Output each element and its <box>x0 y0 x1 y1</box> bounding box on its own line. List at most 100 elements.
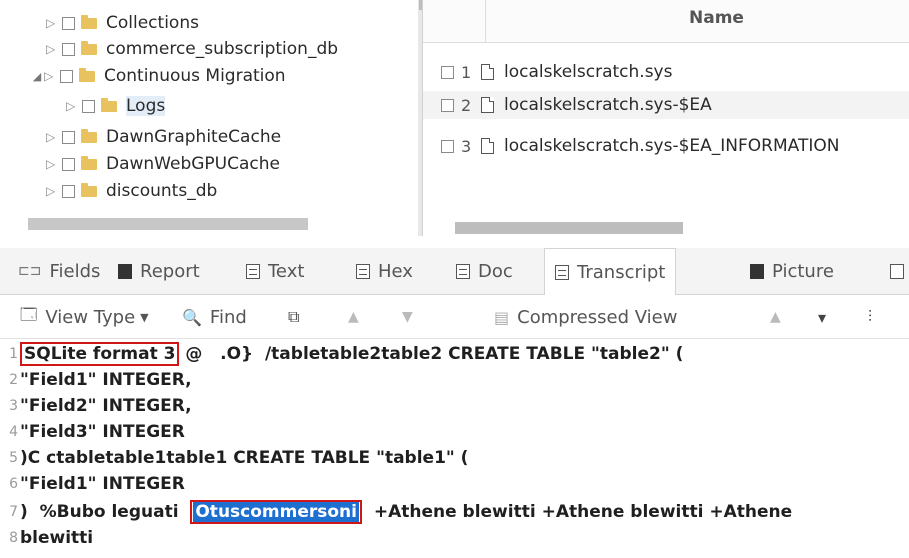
row-checkbox[interactable] <box>441 98 454 112</box>
file-icon <box>481 97 494 113</box>
checkbox[interactable] <box>62 16 75 30</box>
table-row[interactable]: 2 localskelscratch.sys-$EA <box>423 91 909 119</box>
tree-item-continuous-migration[interactable]: ◢ ▷ Continuous Migration <box>30 63 286 89</box>
tab-label: Transcript <box>577 261 666 283</box>
file-name: localskelscratch.sys-$EA_INFORMATION <box>504 136 840 156</box>
tab-label: Text <box>268 260 305 282</box>
table-horizontal-scrollbar[interactable] <box>455 222 683 234</box>
tree-item-dawn-webgpu-cache[interactable]: ▷ DawnWebGPUCache <box>46 151 280 177</box>
arrow-down-icon: ▼ <box>402 309 413 325</box>
tab-overflow[interactable] <box>890 248 909 294</box>
expand-arrow-icon[interactable]: ▷ <box>46 42 60 56</box>
file-list-table: Name 1 localskelscratch.sys 2 localskels… <box>422 0 909 236</box>
line-text: ) %Bubo leguati <box>20 502 191 522</box>
line-text: )C ctabletable1table1 CREATE TABLE "tabl… <box>20 448 469 468</box>
compressed-view-icon: ▤ <box>494 307 510 327</box>
doc-icon <box>456 263 470 279</box>
checkbox[interactable] <box>62 130 75 144</box>
line-number: 6 <box>9 476 18 492</box>
tab-picture[interactable]: Picture <box>750 248 834 294</box>
checkbox[interactable] <box>60 69 73 83</box>
tab-report[interactable]: Report <box>118 248 200 294</box>
sqlite-header-annotation: SQLite format 3 <box>20 342 180 366</box>
tab-text[interactable]: Text <box>246 248 304 294</box>
folder-icon <box>81 182 97 197</box>
row-checkbox[interactable] <box>441 65 454 79</box>
copy-button[interactable]: ⧉ <box>288 296 307 338</box>
folder-tree-pane: ▷ Collections ▷ commerce_subscription_db ◢… <box>0 0 422 236</box>
scroll-up-button[interactable]: ▲ <box>770 296 781 338</box>
line-text: "Field3" INTEGER <box>20 422 185 442</box>
line-number: 3 <box>9 398 18 414</box>
tab-label: Picture <box>772 260 834 282</box>
transcript-toolbar: 🗔 View Type ▼ 🔍 Find ⧉ ▲ ▼ ▤ Compressed View… <box>0 296 909 339</box>
tab-label: Hex <box>378 260 413 282</box>
tree-item-logs[interactable]: ▷ Logs <box>66 93 166 119</box>
tab-label: Report <box>140 260 200 282</box>
expand-arrow-icon[interactable]: ▷ <box>44 69 58 83</box>
hex-icon <box>356 263 370 279</box>
checkbox[interactable] <box>62 184 75 198</box>
checkbox[interactable] <box>82 99 95 113</box>
transcript-line: 5)C ctabletable1table1 CREATE TABLE "tab… <box>0 446 468 470</box>
next-button[interactable]: ▼ <box>402 296 413 338</box>
collapse-arrow-icon[interactable]: ◢ <box>30 70 44 83</box>
bookmark-button[interactable]: ▾ <box>818 296 834 338</box>
row-checkbox[interactable] <box>441 139 454 153</box>
expand-arrow-icon[interactable]: ▷ <box>46 157 60 171</box>
file-name: localskelscratch.sys <box>504 62 673 82</box>
tab-transcript[interactable]: Transcript <box>544 248 677 295</box>
expand-arrow-icon[interactable]: ▷ <box>46 16 60 30</box>
column-divider[interactable] <box>485 0 486 42</box>
transcript-line: 4 "Field3" INTEGER <box>0 420 185 444</box>
dropdown-arrow-icon: ▼ <box>140 310 149 324</box>
tree-horizontal-scrollbar[interactable] <box>28 218 308 230</box>
line-text: "Field1" INTEGER <box>20 474 185 494</box>
tree-item-dawn-graphite-cache[interactable]: ▷ DawnGraphiteCache <box>46 124 281 150</box>
transcript-icon <box>555 264 569 280</box>
view-type-label: View Type <box>45 306 136 328</box>
folder-icon <box>81 14 97 29</box>
tree-item-discounts-db[interactable]: ▷ discounts_db <box>46 178 217 204</box>
compressed-view-button[interactable]: ▤ Compressed View <box>494 296 677 338</box>
column-header-name[interactable]: Name <box>689 8 744 28</box>
view-type-dropdown[interactable]: 🗔 View Type ▼ <box>20 296 149 338</box>
options-button[interactable]: ⫶ <box>868 296 880 338</box>
file-name: localskelscratch.sys-$EA <box>504 95 712 115</box>
line-text: +Athene blewitti +Athene blewitti +Athen… <box>361 502 793 522</box>
previous-button[interactable]: ▲ <box>348 296 359 338</box>
tab-doc[interactable]: Doc <box>456 248 513 294</box>
line-text: "Field1" INTEGER, <box>20 370 192 390</box>
file-icon <box>481 138 494 154</box>
folder-icon <box>81 155 97 170</box>
tree-item-commerce-subscription-db[interactable]: ▷ commerce_subscription_db <box>46 36 338 62</box>
transcript-line: 7) %Bubo leguati Otuscommersoni +Athene … <box>0 500 792 524</box>
tree-item-label: Continuous Migration <box>104 66 286 86</box>
search-hit-annotation: Otuscommersoni <box>190 500 362 524</box>
expand-arrow-icon[interactable]: ▷ <box>46 130 60 144</box>
view-type-icon: 🗔 <box>20 304 38 324</box>
arrow-up-icon: ▲ <box>770 309 781 325</box>
picture-icon <box>750 263 764 279</box>
table-row[interactable]: 1 localskelscratch.sys <box>423 58 909 86</box>
transcript-line: 2 "Field1" INTEGER, <box>0 368 192 392</box>
row-number: 2 <box>461 95 472 115</box>
transcript-text-view[interactable]: 1 SQLite format 3 @ .O} /tabletable2table… <box>0 340 909 558</box>
tab-hex[interactable]: Hex <box>356 248 413 294</box>
tree-item-collections[interactable]: ▷ Collections <box>46 10 199 36</box>
highlighted-search-hit[interactable]: Otuscommersoni <box>193 502 359 522</box>
line-number: 5 <box>9 450 18 466</box>
expand-arrow-icon[interactable]: ▷ <box>66 99 80 113</box>
checkbox[interactable] <box>62 157 75 171</box>
line-text: blewitti <box>20 528 94 548</box>
text-icon <box>246 263 260 279</box>
find-button[interactable]: 🔍 Find <box>182 296 247 338</box>
table-row[interactable]: 3 localskelscratch.sys-$EA_INFORMATION <box>423 132 909 160</box>
checkbox[interactable] <box>62 42 75 56</box>
report-icon <box>118 263 132 279</box>
binoculars-icon: 🔍 <box>182 307 202 327</box>
folder-icon <box>81 128 97 143</box>
tree-item-label: DawnGraphiteCache <box>106 127 282 147</box>
expand-arrow-icon[interactable]: ▷ <box>46 184 60 198</box>
tab-fields[interactable]: ⊏⊐ Fields <box>18 248 100 294</box>
